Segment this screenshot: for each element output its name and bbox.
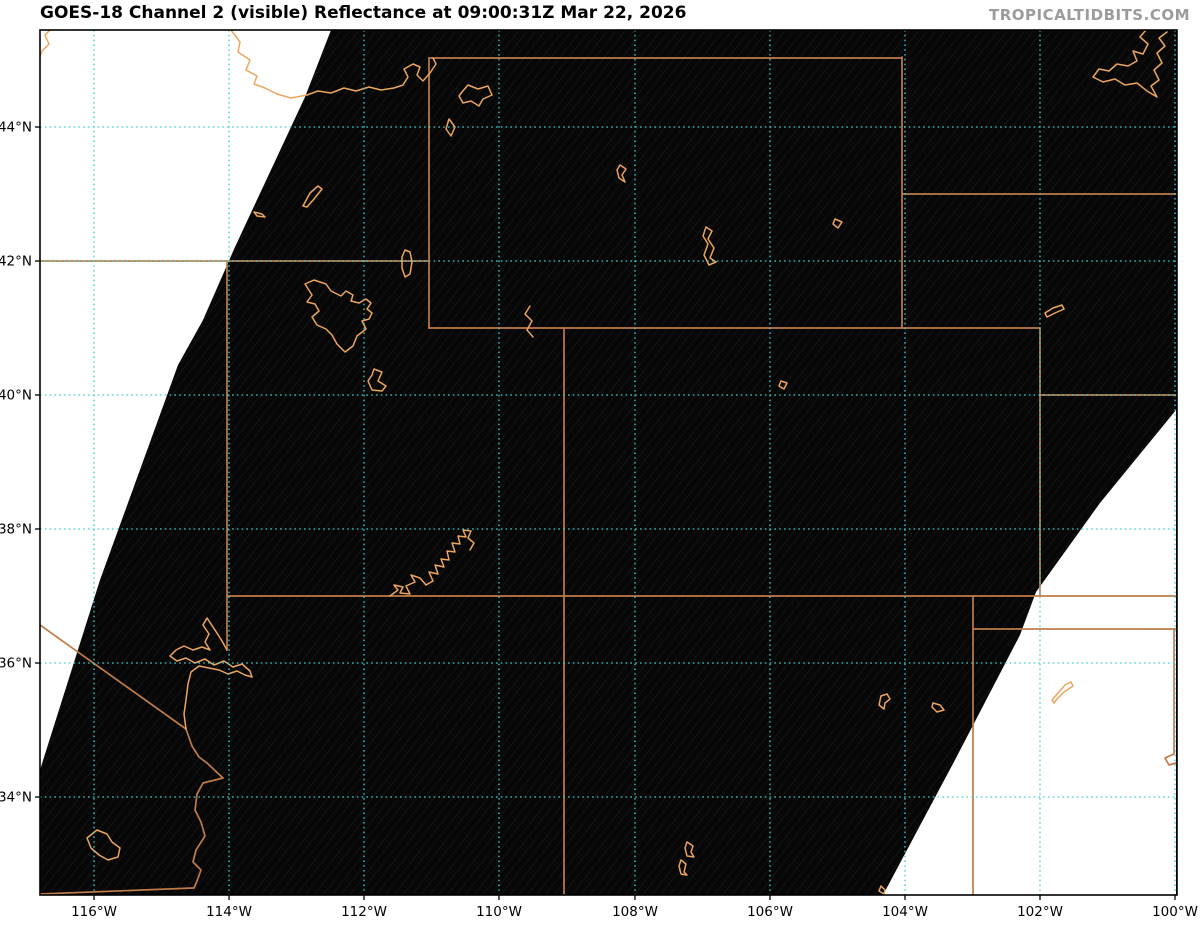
tick-label-lat-42°N: 42°N bbox=[0, 254, 32, 270]
satellite-map-figure: GOES-18 Channel 2 (visible) Reflectance … bbox=[0, 0, 1200, 929]
tick-label-lon-116°W: 116°W bbox=[71, 904, 117, 920]
tick-label-lat-36°N: 36°N bbox=[0, 656, 32, 672]
tick-label-lat-40°N: 40°N bbox=[0, 388, 32, 404]
tick-label-lon-102°W: 102°W bbox=[1017, 904, 1063, 920]
tick-label-lon-106°W: 106°W bbox=[747, 904, 793, 920]
tick-label-lon-112°W: 112°W bbox=[341, 904, 387, 920]
tick-label-lon-108°W: 108°W bbox=[612, 904, 658, 920]
tick-label-lon-110°W: 110°W bbox=[476, 904, 522, 920]
tick-label-lat-34°N: 34°N bbox=[0, 790, 32, 806]
tick-label-lon-114°W: 114°W bbox=[206, 904, 252, 920]
satellite-map-canvas: 116°W 114°W 112°W 110°W 108°W 106°W 104°W 102°W… bbox=[0, 29, 1198, 920]
tick-label-lon-104°W: 104°W bbox=[882, 904, 928, 920]
tick-label-lat-38°N: 38°N bbox=[0, 522, 32, 538]
tick-label-lon-100°W: 100°W bbox=[1152, 904, 1198, 920]
tick-label-lat-44°N: 44°N bbox=[0, 120, 32, 136]
